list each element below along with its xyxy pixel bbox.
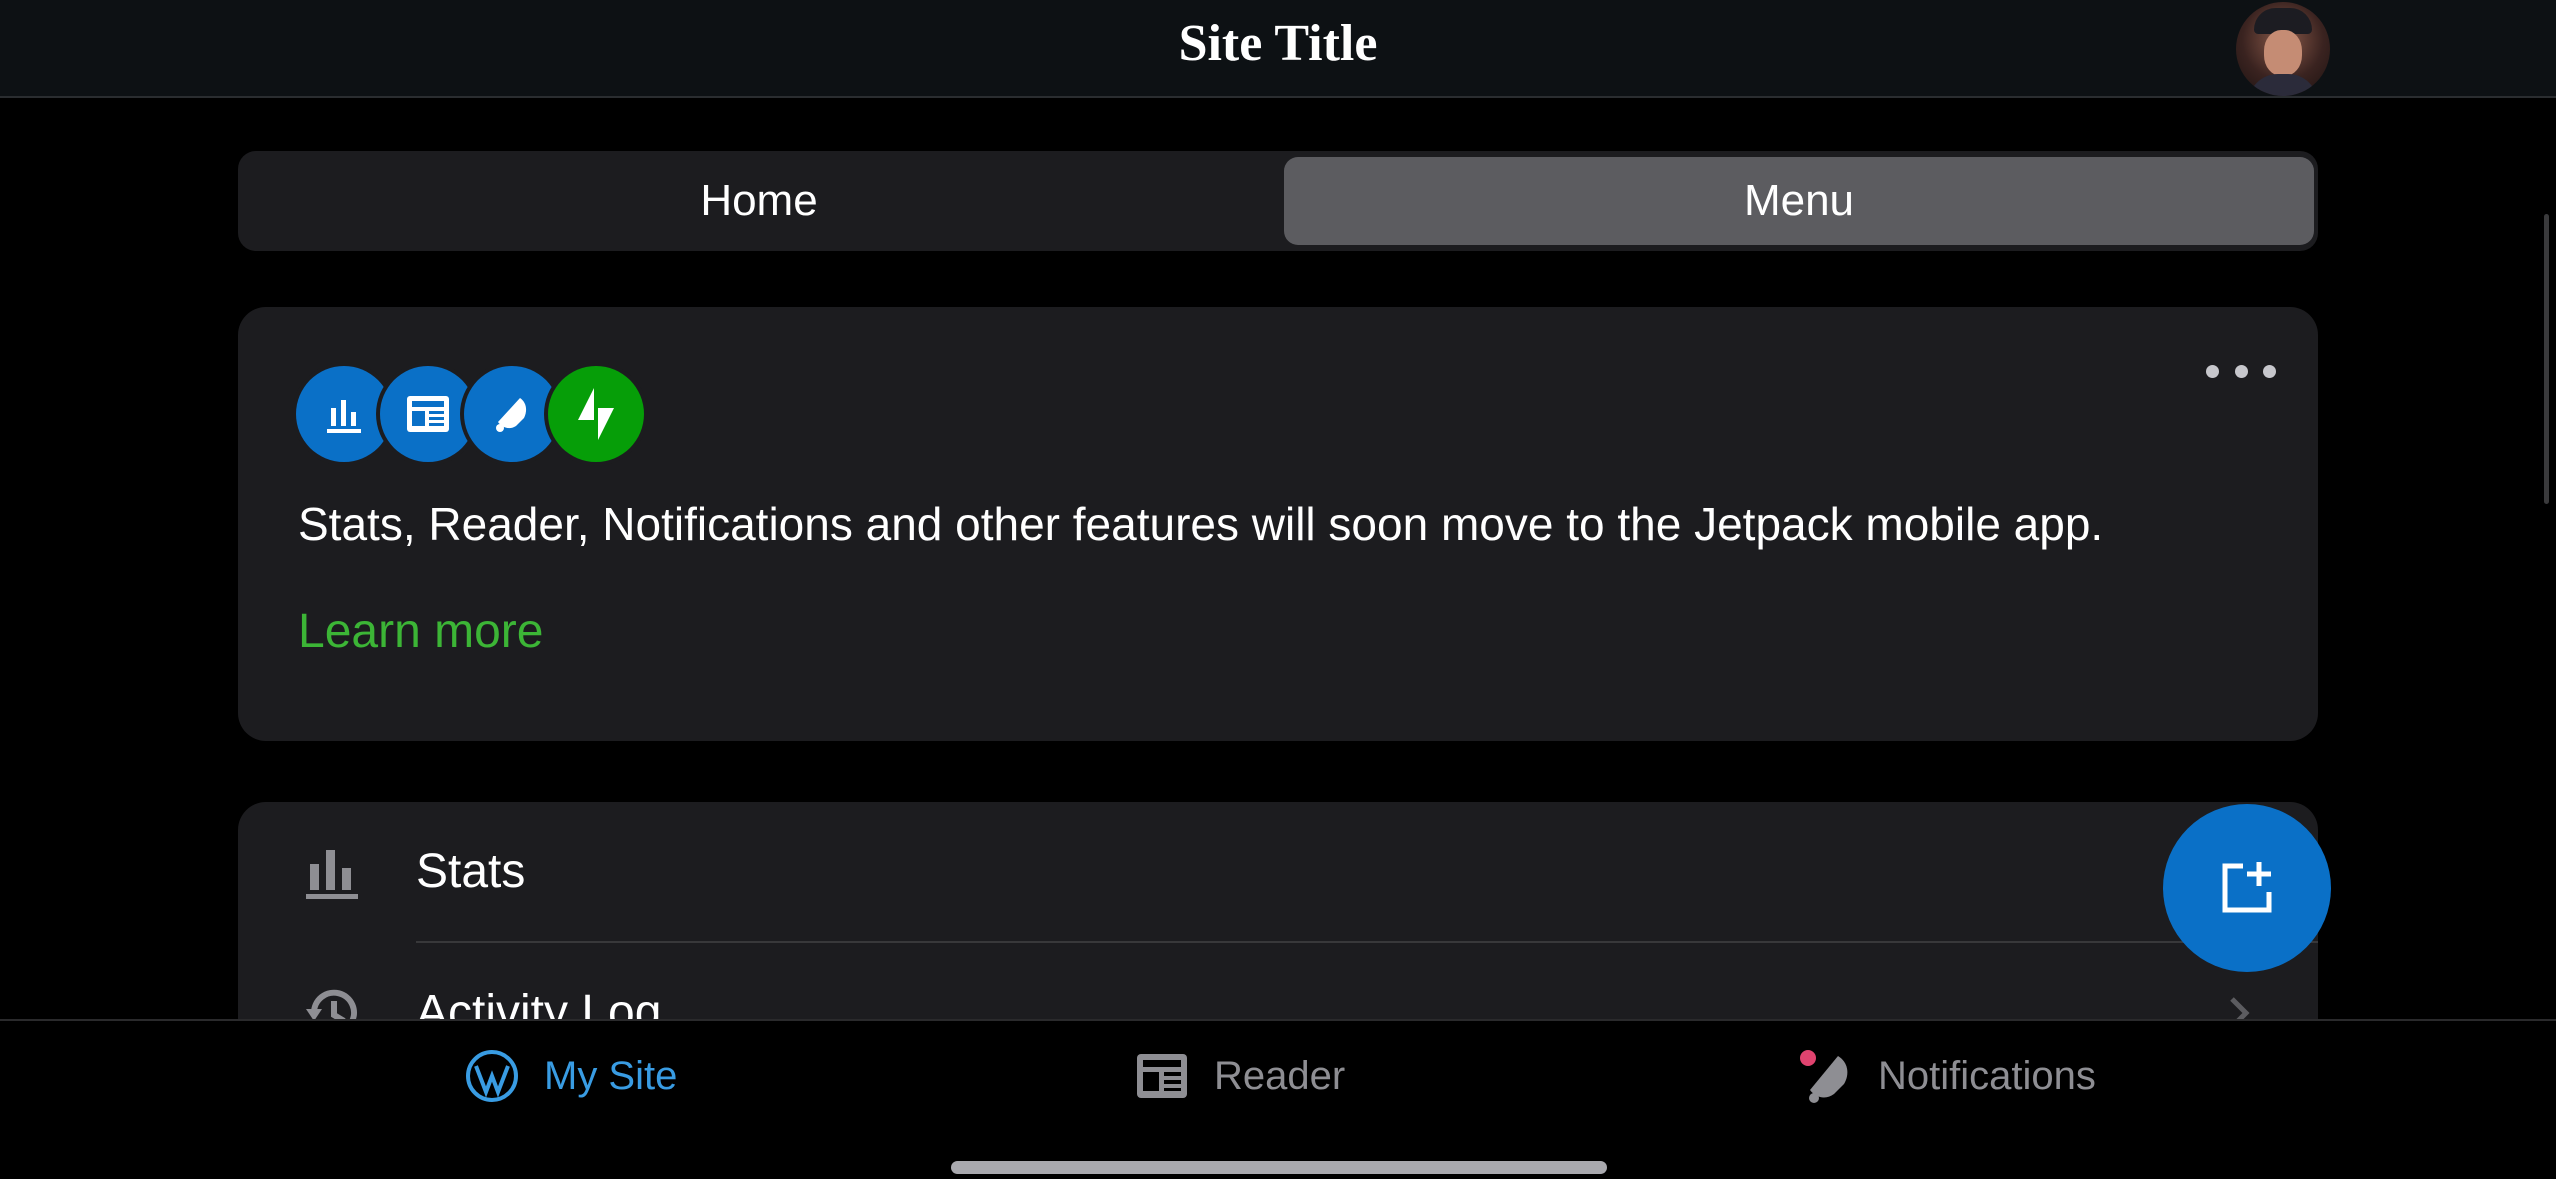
notifications-icon	[1800, 1050, 1848, 1103]
dot	[2263, 364, 2276, 378]
tab-notifications[interactable]: Notifications	[1798, 1041, 2096, 1111]
tab-bar: My Site Reader Notifications	[0, 1019, 2556, 1179]
jetpack-icon	[548, 366, 644, 462]
create-post-icon	[2222, 862, 2272, 913]
learn-more-link[interactable]: Learn more	[298, 604, 543, 659]
create-post-button[interactable]	[2163, 804, 2331, 972]
jetpack-migration-message: Stats, Reader, Notifications and other f…	[298, 498, 2104, 550]
jetpack-migration-card: Stats, Reader, Notifications and other f…	[238, 307, 2318, 741]
avatar[interactable]	[2236, 2, 2330, 96]
tab-label: Notifications	[1878, 1053, 2096, 1098]
segment-home[interactable]: Home	[244, 157, 1274, 245]
tab-reader[interactable]: Reader	[1134, 1041, 1345, 1111]
scroll-indicator[interactable]	[2544, 214, 2549, 504]
feature-icons-group	[296, 366, 656, 462]
tab-my-site[interactable]: My Site	[464, 1041, 677, 1111]
notification-badge	[1800, 1050, 1816, 1066]
reader-icon	[1137, 1054, 1187, 1098]
notifications-icon	[464, 366, 560, 462]
menu-item-stats[interactable]: Stats	[238, 802, 2318, 943]
app-screen: Site Title Home Menu Stats, Reader, Noti…	[0, 0, 2556, 1179]
stats-icon	[296, 366, 392, 462]
more-options-icon[interactable]	[2206, 359, 2276, 383]
avatar-shirt	[2248, 74, 2318, 96]
segment-menu[interactable]: Menu	[1284, 157, 2314, 245]
tab-label: My Site	[544, 1053, 678, 1098]
dot	[2234, 364, 2248, 378]
navigation-bar: Site Title	[0, 0, 2556, 98]
stats-icon	[302, 842, 362, 902]
avatar-face	[2264, 30, 2302, 76]
home-indicator[interactable]	[951, 1161, 1607, 1174]
wordpress-icon	[466, 1050, 518, 1102]
menu-item-label: Stats	[416, 845, 526, 898]
reader-icon	[380, 366, 476, 462]
dot	[2206, 364, 2219, 378]
site-title[interactable]: Site Title	[0, 14, 2556, 73]
home-menu-segmented-control: Home Menu	[238, 151, 2318, 251]
tab-label: Reader	[1214, 1053, 1346, 1098]
